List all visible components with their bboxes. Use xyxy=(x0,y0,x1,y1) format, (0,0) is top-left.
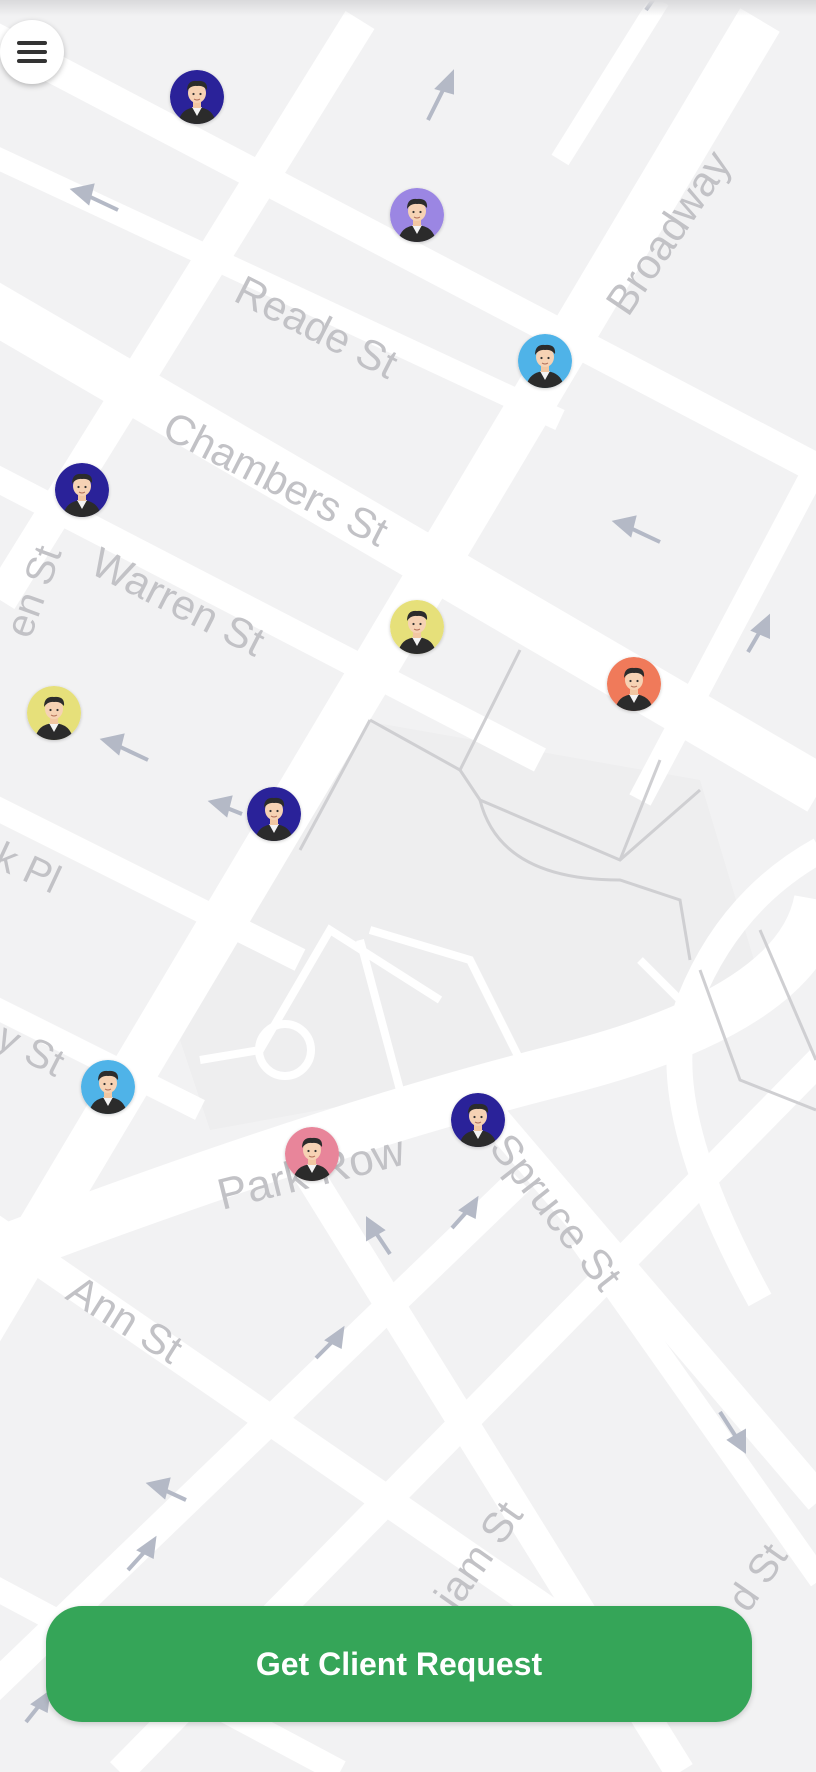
driver-avatar-icon xyxy=(55,463,109,517)
driver-marker[interactable] xyxy=(451,1093,505,1147)
driver-avatar-icon xyxy=(607,657,661,711)
map-screen[interactable]: Broadway Reade St Chambers St Warren St … xyxy=(0,0,816,1772)
driver-avatar-icon xyxy=(81,1060,135,1114)
street-map[interactable]: Broadway Reade St Chambers St Warren St … xyxy=(0,0,816,1772)
driver-marker[interactable] xyxy=(285,1127,339,1181)
driver-marker[interactable] xyxy=(27,686,81,740)
driver-marker[interactable] xyxy=(390,600,444,654)
driver-avatar-icon xyxy=(390,188,444,242)
driver-avatar-icon xyxy=(27,686,81,740)
status-bar-shadow xyxy=(0,0,816,16)
street-label-chambers: Chambers St xyxy=(156,402,396,555)
driver-avatar-icon xyxy=(518,334,572,388)
driver-marker[interactable] xyxy=(170,70,224,124)
driver-marker[interactable] xyxy=(390,188,444,242)
driver-avatar-icon xyxy=(170,70,224,124)
driver-marker[interactable] xyxy=(81,1060,135,1114)
driver-avatar-icon xyxy=(285,1127,339,1181)
driver-avatar-icon xyxy=(451,1093,505,1147)
hamburger-menu-icon xyxy=(17,41,47,63)
driver-marker[interactable] xyxy=(607,657,661,711)
street-label-ann: Ann St xyxy=(59,1266,191,1373)
driver-marker[interactable] xyxy=(247,787,301,841)
driver-marker[interactable] xyxy=(55,463,109,517)
driver-avatar-icon xyxy=(390,600,444,654)
driver-avatar-icon xyxy=(247,787,301,841)
driver-marker[interactable] xyxy=(518,334,572,388)
menu-button[interactable] xyxy=(0,20,64,84)
get-client-request-button[interactable]: Get Client Request xyxy=(46,1606,752,1722)
